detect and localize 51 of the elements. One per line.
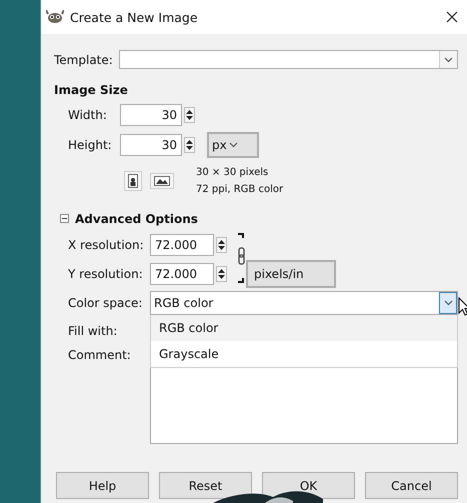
y-resolution-label: Y resolution: xyxy=(68,267,144,281)
advanced-options-heading[interactable]: Advanced Options xyxy=(75,212,198,226)
spinner-buttons[interactable] xyxy=(216,237,227,253)
width-field[interactable]: 30 xyxy=(120,104,182,126)
dialog-button[interactable]: Cancel xyxy=(365,472,458,499)
landscape-button[interactable] xyxy=(150,173,174,189)
window-title: Create a New Image xyxy=(70,10,199,24)
spinner-buttons[interactable] xyxy=(184,107,195,123)
spinner-buttons[interactable] xyxy=(184,137,195,153)
image-info-text: 72 ppi, RGB color xyxy=(196,183,284,197)
x-resolution-label: X resolution: xyxy=(68,238,145,252)
down-arrow-icon xyxy=(218,275,225,279)
color-space-label: Color space: xyxy=(68,296,144,310)
section-heading: Image Size xyxy=(54,83,129,97)
collapse-toggle[interactable] xyxy=(60,212,69,226)
mouse-pointer-icon xyxy=(458,297,467,316)
minus-icon xyxy=(60,214,69,223)
down-arrow-icon xyxy=(186,116,193,120)
landscape-icon xyxy=(154,176,170,186)
fill-with-label: Fill with: xyxy=(68,324,118,338)
dialog-button[interactable]: Reset xyxy=(159,472,252,499)
app-logo-icon xyxy=(46,10,64,24)
up-arrow-icon xyxy=(186,140,193,144)
dialog-button[interactable]: Help xyxy=(56,472,149,499)
up-arrow-icon xyxy=(218,269,225,273)
chain-link-icon xyxy=(237,233,246,283)
color-space-dropdown[interactable]: RGB color xyxy=(150,291,458,315)
height-label: Height: xyxy=(68,138,113,152)
close-icon xyxy=(446,11,458,23)
height-field[interactable]: 30 xyxy=(120,134,182,156)
width-label: Width: xyxy=(68,108,108,122)
menu-item[interactable]: Grayscale xyxy=(151,341,457,367)
comment-label: Comment: xyxy=(68,347,132,362)
resolution-unit-dropdown[interactable]: pixels/in xyxy=(246,260,336,288)
chevron-down-icon xyxy=(444,300,452,306)
portrait-button[interactable] xyxy=(124,171,142,191)
up-arrow-icon xyxy=(186,110,193,114)
menu-item[interactable]: RGB color xyxy=(151,315,457,341)
unit-dropdown[interactable]: px xyxy=(207,132,259,158)
image-info-text: 30 × 30 pixels xyxy=(196,166,270,180)
down-arrow-icon xyxy=(218,246,225,250)
template-label: Template: xyxy=(54,52,113,66)
x-resolution-field[interactable]: 72.000 xyxy=(150,234,214,256)
chevron-down-icon xyxy=(444,56,453,62)
unit-text: px xyxy=(212,138,227,152)
portrait-icon xyxy=(128,174,138,188)
spinner-buttons[interactable] xyxy=(216,266,227,282)
up-arrow-icon xyxy=(218,240,225,244)
y-resolution-field[interactable]: 72.000 xyxy=(150,263,214,285)
down-arrow-icon xyxy=(186,146,193,150)
chevron-down-icon xyxy=(228,142,238,148)
